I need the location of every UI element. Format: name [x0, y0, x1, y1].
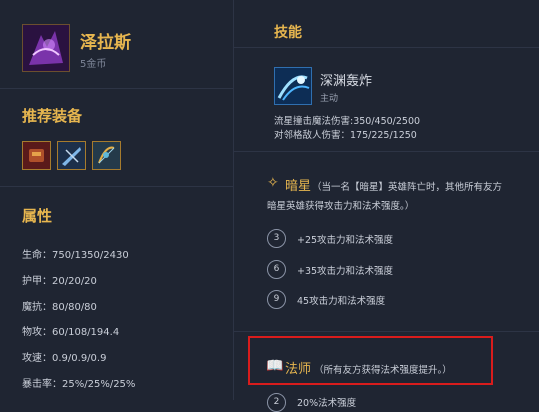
tier-text: +25攻击力和法术强度 — [297, 235, 394, 246]
book-icon: 📖 — [266, 358, 284, 374]
champion-cost: 5金币 — [80, 59, 107, 70]
tier-level: 3 — [267, 229, 286, 248]
trait-dark-star-note-2: 暗星英雄获得攻击力和法术强度。） — [267, 201, 415, 212]
dark-star-icon: ✧ — [267, 175, 279, 191]
divider — [0, 186, 233, 187]
item-blade-icon — [58, 142, 85, 169]
attributes-title: 属性 — [22, 207, 53, 225]
skill-desc-2: 对邻格敌人伤害：175/225/1250 — [274, 130, 417, 141]
skill-name: 深渊轰炸 — [320, 74, 373, 89]
item-gauntlet-icon — [23, 142, 50, 169]
recommended-item-3[interactable] — [92, 141, 121, 170]
trait-sorcerer-note: （所有友方获得法术强度提升。） — [314, 365, 452, 376]
divider — [234, 151, 539, 152]
divider — [234, 331, 539, 332]
details-panel: 技能 深渊轰炸 主动 流星撞击魔法伤害:350/450/2500 对邻格敌人伤害… — [234, 0, 539, 412]
tier-text: +35攻击力和法术强度 — [297, 266, 394, 277]
divider — [0, 88, 233, 89]
trait-sorcerer-name: 法师 — [285, 362, 312, 377]
stat-attack-speed: 攻速：0.9/0.9/0.9 — [22, 353, 107, 364]
tier-level: 9 — [267, 290, 286, 309]
skills-title: 技能 — [274, 25, 302, 41]
skill-bombardment-icon — [275, 68, 311, 104]
stat-health: 生命：750/1350/2430 — [22, 250, 129, 261]
recommended-items-title: 推荐装备 — [22, 107, 83, 125]
tier-text: 45攻击力和法术强度 — [297, 296, 386, 307]
recommended-item-1[interactable] — [22, 141, 51, 170]
tier-level: 6 — [267, 260, 286, 279]
champion-panel: 泽拉斯 5金币 推荐装备 属性 生命：750/1350/2430 护甲：20/2… — [0, 0, 233, 400]
stat-crit-rate: 暴击率：25%/25%/25% — [22, 379, 136, 390]
trait-dark-star-name: 暗星 — [285, 179, 312, 194]
skill-type: 主动 — [320, 94, 339, 104]
tier-level: 2 — [267, 393, 286, 412]
skill-desc-1: 流星撞击魔法伤害:350/450/2500 — [274, 116, 421, 127]
stat-armor: 护甲：20/20/20 — [22, 276, 97, 287]
skill-icon — [274, 67, 312, 105]
champion-portrait-icon — [23, 25, 69, 71]
divider — [234, 47, 539, 48]
stat-magic-resist: 魔抗：80/80/80 — [22, 302, 97, 313]
recommended-item-2[interactable] — [57, 141, 86, 170]
tier-text: 20%法术强度 — [297, 398, 357, 409]
champion-portrait — [22, 24, 70, 72]
stat-attack: 物攻：60/108/194.4 — [22, 327, 120, 338]
item-bow-icon — [93, 142, 120, 169]
champion-name: 泽拉斯 — [80, 33, 131, 53]
trait-dark-star-note-1: （当一名【暗星】英雄阵亡时，其他所有友方 — [312, 182, 503, 193]
